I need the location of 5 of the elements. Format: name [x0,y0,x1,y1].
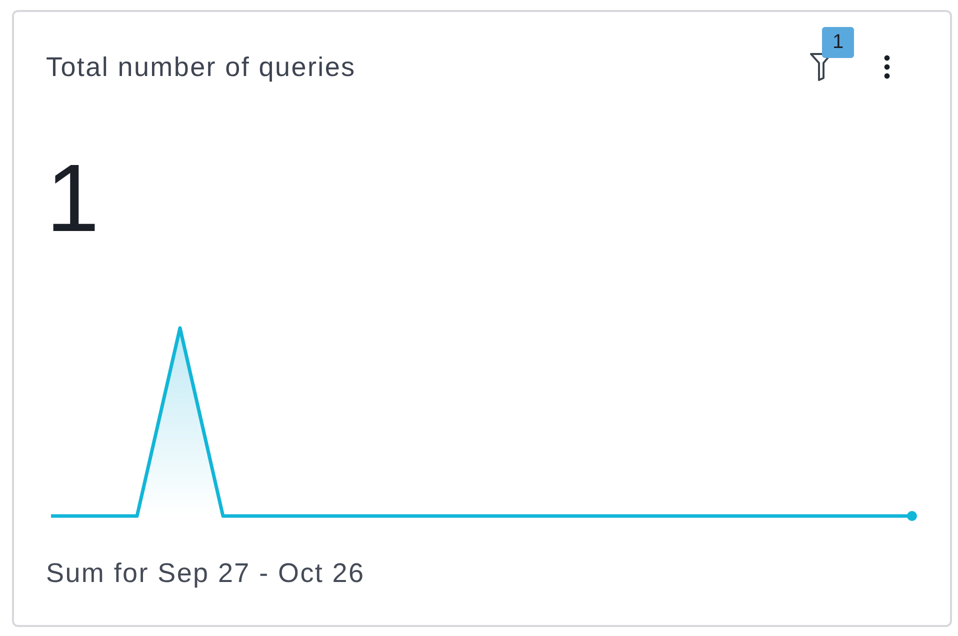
filter-count-badge: 1 [822,27,854,58]
card-title: Total number of queries [46,51,356,83]
kebab-menu-icon[interactable] [884,55,890,79]
metric-value: 1 [46,151,100,247]
date-range-caption: Sum for Sep 27 - Oct 26 [46,557,365,589]
